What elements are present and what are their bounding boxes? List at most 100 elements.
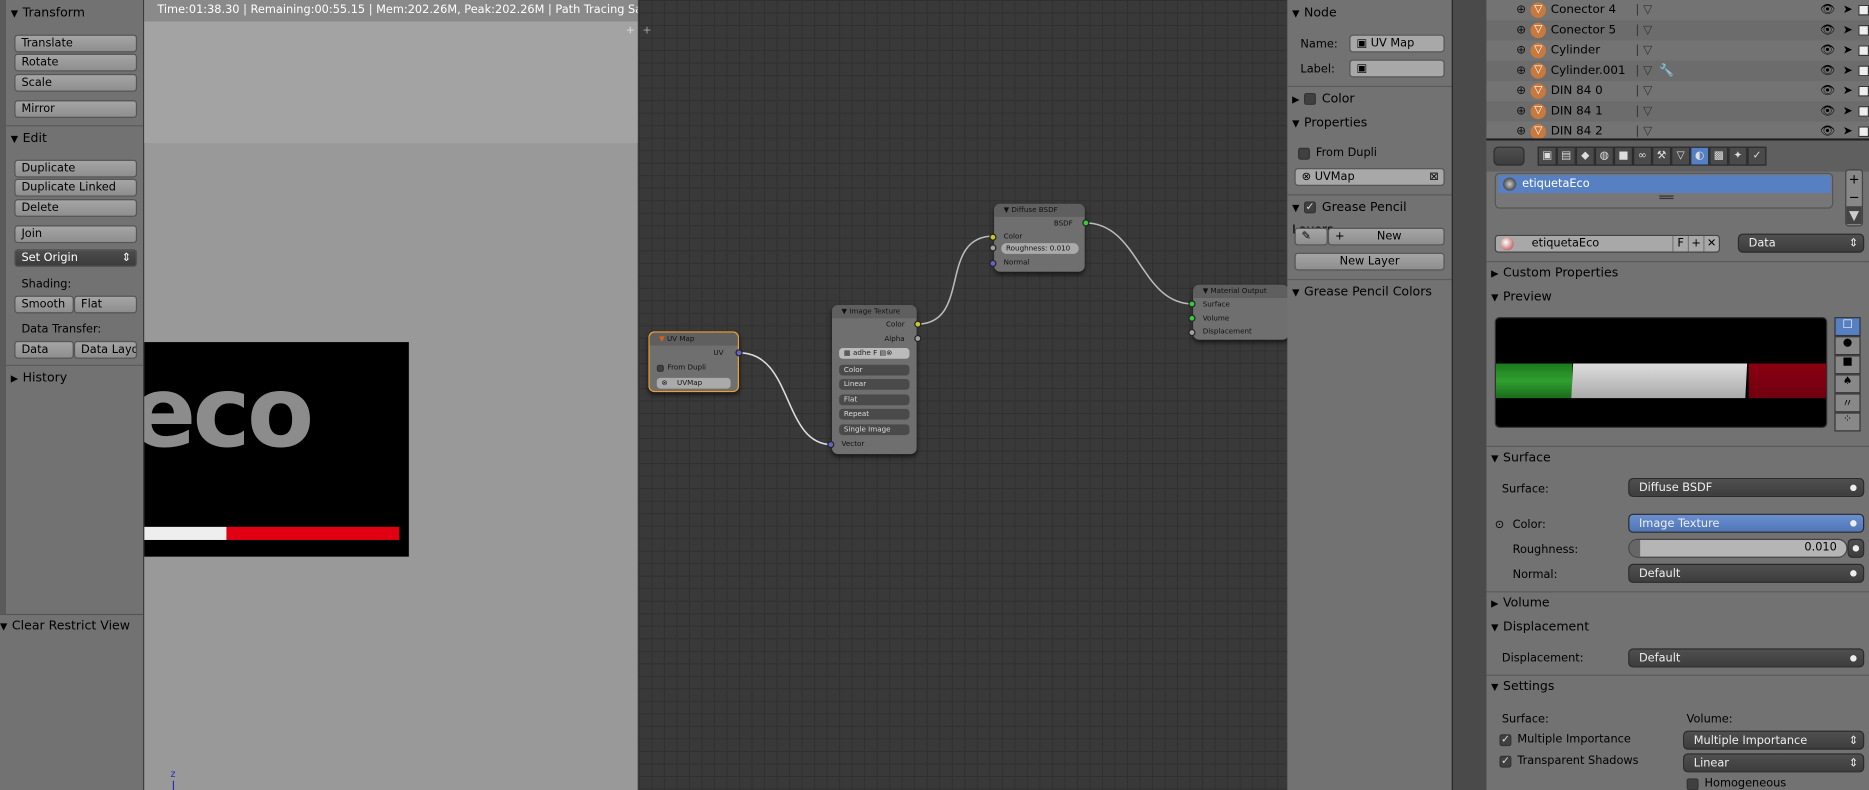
remove-slot-button[interactable]: − bbox=[1846, 188, 1861, 206]
expand-icon[interactable]: ⊕ bbox=[1516, 122, 1526, 138]
set-origin-dropdown[interactable]: Set Origin ⇕ bbox=[14, 249, 138, 267]
surface-input-socket[interactable] bbox=[1188, 300, 1196, 308]
color-output-socket[interactable] bbox=[914, 320, 922, 328]
multiple-importance-checkbox[interactable]: ✓ Multiple Importance bbox=[1499, 733, 1631, 746]
volume-interpolation-select[interactable]: Linear ⇕ bbox=[1683, 753, 1865, 773]
new-layer-button[interactable]: New Layer bbox=[1294, 252, 1445, 271]
object-name[interactable]: DIN 84 0 bbox=[1551, 81, 1603, 101]
normal-input-select[interactable]: Default ● bbox=[1628, 563, 1865, 583]
cursor-select-icon[interactable]: ➤ bbox=[1843, 61, 1853, 81]
3d-viewport[interactable]: Time:01:38.30 | Remaining:00:55.15 | Mem… bbox=[144, 0, 638, 790]
grease-pencil-colors-header[interactable]: ▼ Grease Pencil Colors bbox=[1287, 281, 1432, 302]
render-camera-icon[interactable] bbox=[1858, 126, 1869, 138]
node-header[interactable]: ▼ Diffuse BSDF bbox=[994, 203, 1085, 217]
duplicate-linked-button[interactable]: Duplicate Linked bbox=[14, 178, 138, 197]
outliner-row[interactable]: ⊕ ▽ Cylinder.001 | ▽ 🔧 👁 ➤ bbox=[1486, 60, 1869, 82]
eye-icon[interactable]: 👁 bbox=[1820, 41, 1835, 61]
preview-header[interactable]: ▼ Preview bbox=[1486, 286, 1552, 307]
transparent-shadows-checkbox[interactable]: ✓ Transparent Shadows bbox=[1499, 755, 1639, 768]
node-header[interactable]: ▼ UV Map bbox=[649, 332, 738, 346]
data-layout-button[interactable]: Data Layo bbox=[73, 340, 138, 359]
new-grease-pencil-button[interactable]: + New bbox=[1327, 227, 1445, 246]
rotate-button[interactable]: Rotate bbox=[14, 53, 138, 72]
eye-icon[interactable]: 👁 bbox=[1820, 61, 1835, 81]
normal-input-socket[interactable] bbox=[989, 259, 997, 267]
outliner-row[interactable]: ⊕ ▽ Cylinder | ▽ 👁 ➤ bbox=[1486, 40, 1869, 61]
object-name[interactable]: DIN 84 1 bbox=[1551, 101, 1603, 121]
volume-input-socket[interactable] bbox=[1188, 314, 1196, 322]
uvmap-field[interactable]: ⊗ UVMap ⊠ bbox=[1294, 168, 1445, 186]
eye-icon[interactable]: 👁 bbox=[1820, 0, 1835, 20]
cursor-select-icon[interactable]: ➤ bbox=[1843, 20, 1853, 40]
surface-header[interactable]: ▼ Surface bbox=[1486, 447, 1551, 468]
close-icon[interactable]: ⊗ bbox=[886, 349, 892, 357]
modifiers-tab-icon[interactable]: ⚒ bbox=[1652, 146, 1672, 166]
expand-icon[interactable]: ⊕ bbox=[1516, 20, 1526, 40]
render-tab-icon[interactable]: ▣ bbox=[1537, 146, 1557, 166]
area-split-icon[interactable]: + bbox=[626, 25, 635, 37]
color-input-socket[interactable] bbox=[989, 233, 997, 241]
uv-output-socket[interactable] bbox=[735, 349, 743, 357]
unlink-icon[interactable]: ✕ bbox=[1703, 236, 1718, 252]
cursor-select-icon[interactable]: ➤ bbox=[1843, 122, 1853, 138]
color-space-select[interactable]: Color bbox=[839, 364, 910, 376]
monkey-preview-button[interactable]: ♠ bbox=[1834, 374, 1861, 394]
source-select[interactable]: Single Image bbox=[839, 424, 910, 436]
extension-select[interactable]: Repeat bbox=[839, 408, 910, 420]
node-label-field[interactable]: ▣ bbox=[1349, 59, 1445, 78]
settings-header[interactable]: ▼ Settings bbox=[1486, 676, 1554, 697]
render-camera-icon[interactable] bbox=[1858, 106, 1869, 117]
node-header[interactable]: ▼ Material Output bbox=[1193, 284, 1289, 298]
displacement-header[interactable]: ▼ Displacement bbox=[1486, 616, 1589, 637]
object-name[interactable]: DIN 84 2 bbox=[1551, 122, 1603, 138]
delete-button[interactable]: Delete bbox=[14, 199, 138, 217]
edit-panel-header[interactable]: ▼ Edit bbox=[6, 128, 47, 149]
from-dupli-checkbox[interactable]: From Dupli bbox=[656, 364, 706, 372]
eye-icon[interactable]: 👁 bbox=[1820, 20, 1835, 40]
sphere-preview-button[interactable]: ● bbox=[1834, 336, 1861, 356]
interpolation-select[interactable]: Linear bbox=[839, 379, 910, 390]
new-material-icon[interactable]: + bbox=[1687, 236, 1703, 252]
bsdf-output-socket[interactable] bbox=[1082, 219, 1090, 227]
roughness-input-socket[interactable] bbox=[989, 244, 997, 252]
expand-icon[interactable]: ⊕ bbox=[1516, 101, 1526, 121]
translate-button[interactable]: Translate bbox=[14, 34, 138, 53]
object-name[interactable]: Conector 5 bbox=[1551, 20, 1616, 40]
expand-icon[interactable]: ⊕ bbox=[1516, 81, 1526, 101]
object-name[interactable]: Cylinder bbox=[1551, 41, 1600, 61]
render-layers-tab-icon[interactable]: ▤ bbox=[1556, 146, 1576, 166]
expand-icon[interactable]: ⊕ bbox=[1516, 41, 1526, 61]
fake-user-button[interactable]: F bbox=[873, 349, 877, 357]
outliner-row[interactable]: ⊕ ▽ DIN 84 0 | ▽ 👁 ➤ bbox=[1486, 81, 1869, 102]
outliner-row[interactable]: ⊕ ▽ Conector 5 | ▽ 👁 ➤ bbox=[1486, 20, 1869, 41]
flat-preview-button[interactable]: □ bbox=[1834, 317, 1861, 337]
image-selector[interactable]: ▦ adhe F ▤⊗ bbox=[839, 348, 910, 359]
slot-specials-menu[interactable]: ▼ bbox=[1846, 206, 1862, 225]
roughness-slider[interactable]: 0.010 bbox=[1628, 538, 1848, 558]
texture-tab-icon[interactable]: ▩ bbox=[1709, 146, 1729, 166]
color-panel-header[interactable]: ▶ Color bbox=[1287, 88, 1354, 109]
expand-icon[interactable]: ⊕ bbox=[1516, 61, 1526, 81]
render-camera-icon[interactable] bbox=[1858, 45, 1869, 57]
node-panel-header[interactable]: ▼ Node bbox=[1287, 2, 1337, 23]
mesh-data-tab-icon[interactable]: ▽ bbox=[1671, 146, 1691, 166]
transform-panel-header[interactable]: ▼ Transform bbox=[6, 2, 85, 23]
material-output-node[interactable]: ▼ Material Output Surface Volume Displac… bbox=[1188, 284, 1289, 340]
properties-panel-header[interactable]: ▼ Properties bbox=[1287, 112, 1367, 133]
link-data-select[interactable]: Data ⇕ bbox=[1737, 233, 1865, 253]
homogeneous-checkbox[interactable]: Homogeneous bbox=[1686, 777, 1786, 790]
node-editor[interactable]: + ▼ UV Map UV From Dupli ⊗ UVMap ▼ Image… bbox=[638, 0, 1289, 790]
fake-user-button[interactable]: F bbox=[1672, 236, 1687, 252]
eye-icon[interactable]: 👁 bbox=[1820, 101, 1835, 121]
scene-tab-icon[interactable]: ◆ bbox=[1575, 146, 1595, 166]
cube-preview-button[interactable]: ■ bbox=[1834, 355, 1861, 375]
image-texture-node[interactable]: ▼ Image Texture Color Alpha ▦ adhe F ▤⊗ … bbox=[827, 305, 922, 455]
uv-map-node[interactable]: ▼ UV Map UV From Dupli ⊗ UVMap bbox=[648, 331, 743, 393]
material-slot-item[interactable]: etiquetaEco bbox=[1498, 175, 1831, 194]
from-dupli-checkbox[interactable]: From Dupli bbox=[1298, 147, 1377, 160]
scale-button[interactable]: Scale bbox=[14, 73, 138, 92]
object-name[interactable]: Conector 4 bbox=[1551, 0, 1616, 20]
smooth-button[interactable]: Smooth bbox=[14, 295, 74, 314]
sphere-sky-preview-button[interactable]: ⁘ bbox=[1834, 412, 1861, 432]
roughness-field[interactable]: Roughness: 0.010 bbox=[1001, 243, 1079, 254]
